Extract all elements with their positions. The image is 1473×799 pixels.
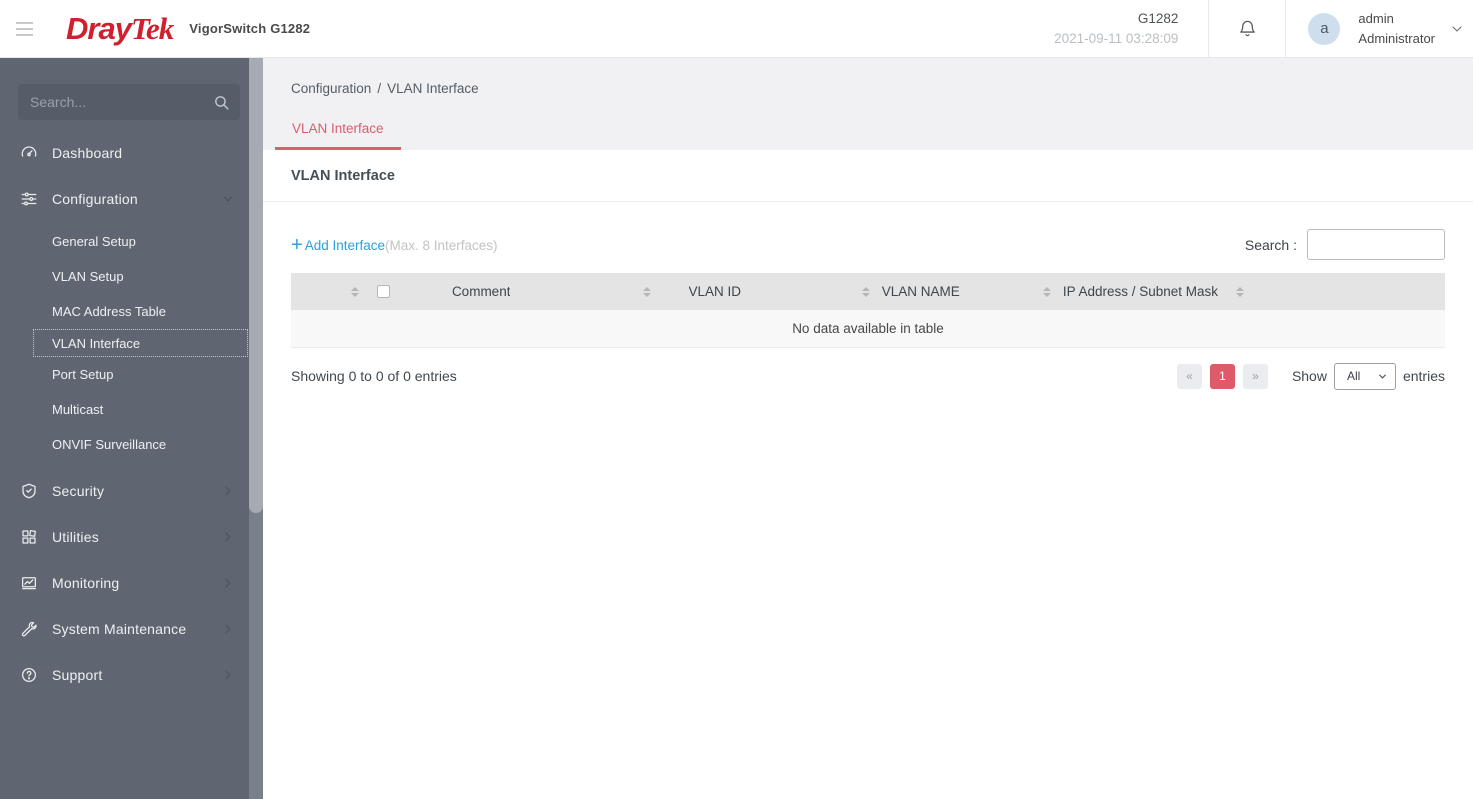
main-content: Configuration / VLAN Interface VLAN Interf… — [263, 58, 1473, 799]
chevron-right-icon — [221, 622, 235, 636]
empty-message: No data available in table — [291, 310, 1445, 348]
table-header-row: Comment VLAN ID VLAN NAME IP Address / S… — [291, 273, 1445, 310]
column-header-vlan-name[interactable]: VLAN NAME — [882, 284, 960, 299]
showing-entries-text: Showing 0 to 0 of 0 entries — [291, 368, 457, 384]
breadcrumb-parent[interactable]: Configuration — [291, 81, 371, 96]
sidebar-subitem-port-setup[interactable]: Port Setup — [0, 357, 263, 392]
content-panel: VLAN Interface + Add Interface (Max. 8 I… — [263, 150, 1473, 799]
per-page-value: All — [1346, 369, 1361, 383]
sidebar-item-security[interactable]: Security — [0, 468, 263, 514]
pagination: « 1 » — [1176, 363, 1268, 389]
sidebar-item-system-maintenance[interactable]: System Maintenance — [0, 606, 263, 652]
per-page-select[interactable]: All — [1333, 362, 1396, 390]
question-circle-icon — [20, 666, 38, 684]
table-search: Search : — [1245, 229, 1445, 260]
device-model: G1282 — [1137, 10, 1179, 26]
add-interface-hint: (Max. 8 Interfaces) — [385, 238, 498, 253]
breadcrumb-current: VLAN Interface — [387, 81, 479, 96]
sort-icon[interactable] — [861, 286, 874, 297]
sidebar-subitem-onvif-surveillance[interactable]: ONVIF Surveillance — [0, 427, 263, 462]
sidebar-item-monitoring[interactable]: Monitoring — [0, 560, 263, 606]
sort-icon[interactable] — [1042, 286, 1055, 297]
table-search-label: Search : — [1244, 236, 1297, 253]
sidebar-subitem-multicast[interactable]: Multicast — [0, 392, 263, 427]
sidebar-scrollbar[interactable] — [249, 58, 263, 799]
user-role: Administrator — [1358, 30, 1435, 46]
avatar-initial: a — [1320, 20, 1329, 37]
table-empty-row: No data available in table — [291, 310, 1445, 348]
sidebar-subitem-vlan-setup[interactable]: VLAN Setup — [0, 259, 263, 294]
sidebar-item-utilities[interactable]: Utilities — [0, 514, 263, 560]
user-name: admin — [1358, 11, 1394, 26]
device-datetime: 2021-09-11 03:28:09 — [1054, 30, 1179, 46]
sidebar: Dashboard Configuration General Setup VL… — [0, 58, 263, 799]
shield-icon — [20, 482, 38, 500]
sidebar-scrollbar-thumb[interactable] — [249, 58, 263, 513]
sidebar-item-support[interactable]: Support — [0, 652, 263, 698]
topbar: DrayTek VigorSwitch G1282 G1282 2021-09-… — [0, 0, 1473, 58]
dashboard-icon — [20, 144, 38, 162]
menu-icon[interactable] — [16, 18, 44, 40]
per-page-control: Show All entries — [1291, 362, 1445, 390]
sidebar-item-configuration[interactable]: Configuration — [0, 176, 263, 222]
avatar: a — [1308, 12, 1341, 45]
draytek-logo: DrayTek — [66, 11, 174, 46]
sort-icon[interactable] — [350, 286, 363, 297]
table-footer: Showing 0 to 0 of 0 entries « 1 » Show A… — [263, 348, 1473, 405]
column-header-vlan-id[interactable]: VLAN ID — [689, 284, 742, 299]
sidebar-subitem-mac-address-table[interactable]: MAC Address Table — [0, 294, 263, 329]
logo-text-tek: Tek — [130, 11, 174, 46]
sort-icon[interactable] — [642, 286, 655, 297]
chevron-right-icon — [221, 668, 235, 682]
column-header-ip-subnet[interactable]: IP Address / Subnet Mask — [1063, 284, 1218, 299]
add-interface-label: Add Interface — [304, 238, 385, 253]
chevron-right-icon — [221, 576, 235, 590]
sidebar-subitem-vlan-interface[interactable]: VLAN Interface — [33, 329, 248, 357]
grid-icon — [20, 528, 38, 546]
logo-text-dray: Dray — [66, 11, 132, 46]
sidebar-search — [18, 84, 240, 120]
table-search-input[interactable] — [1307, 229, 1445, 260]
chevron-right-icon — [221, 530, 235, 544]
add-interface-button[interactable]: + Add Interface (Max. 8 Interfaces) — [291, 233, 498, 256]
entries-label: entries — [1402, 368, 1445, 384]
sliders-icon — [20, 190, 38, 208]
pagination-prev-button[interactable]: « — [1176, 363, 1202, 389]
sidebar-subitem-general-setup[interactable]: General Setup — [0, 224, 263, 259]
sidebar-item-dashboard[interactable]: Dashboard — [0, 130, 263, 176]
vlan-interface-table: Comment VLAN ID VLAN NAME IP Address / S… — [291, 273, 1445, 348]
bell-icon — [1238, 19, 1257, 38]
chevron-down-icon — [1449, 21, 1465, 37]
breadcrumb-separator: / — [377, 81, 382, 96]
sort-icon[interactable] — [1235, 286, 1248, 297]
chevron-right-icon — [221, 484, 235, 498]
pagination-page-1-button[interactable]: 1 — [1209, 363, 1235, 389]
page-title: VLAN Interface — [263, 150, 1473, 202]
show-label: Show — [1291, 368, 1327, 384]
product-name: VigorSwitch G1282 — [189, 21, 311, 36]
tab-vlan-interface[interactable]: VLAN Interface — [275, 113, 401, 150]
wrench-icon — [20, 620, 38, 638]
sidebar-search-input[interactable] — [30, 94, 213, 110]
pagination-next-button[interactable]: » — [1242, 363, 1268, 389]
account-menu[interactable]: a admin Administrator — [1286, 0, 1473, 58]
table-toolbar: + Add Interface (Max. 8 Interfaces) Sear… — [263, 202, 1473, 273]
search-icon — [213, 94, 230, 111]
tab-bar: VLAN Interface — [263, 113, 1473, 150]
device-status: G1282 2021-09-11 03:28:09 — [1054, 9, 1178, 48]
breadcrumb: Configuration / VLAN Interface — [263, 58, 1473, 96]
configuration-submenu: General Setup VLAN Setup MAC Address Tab… — [0, 222, 263, 468]
plus-icon: + — [291, 234, 303, 256]
notifications-button[interactable] — [1209, 0, 1285, 58]
monitor-chart-icon — [20, 574, 38, 592]
chevron-down-icon — [221, 192, 235, 206]
select-all-checkbox[interactable] — [376, 285, 390, 298]
column-header-comment[interactable]: Comment — [452, 284, 511, 299]
chevron-down-icon — [1377, 371, 1388, 382]
